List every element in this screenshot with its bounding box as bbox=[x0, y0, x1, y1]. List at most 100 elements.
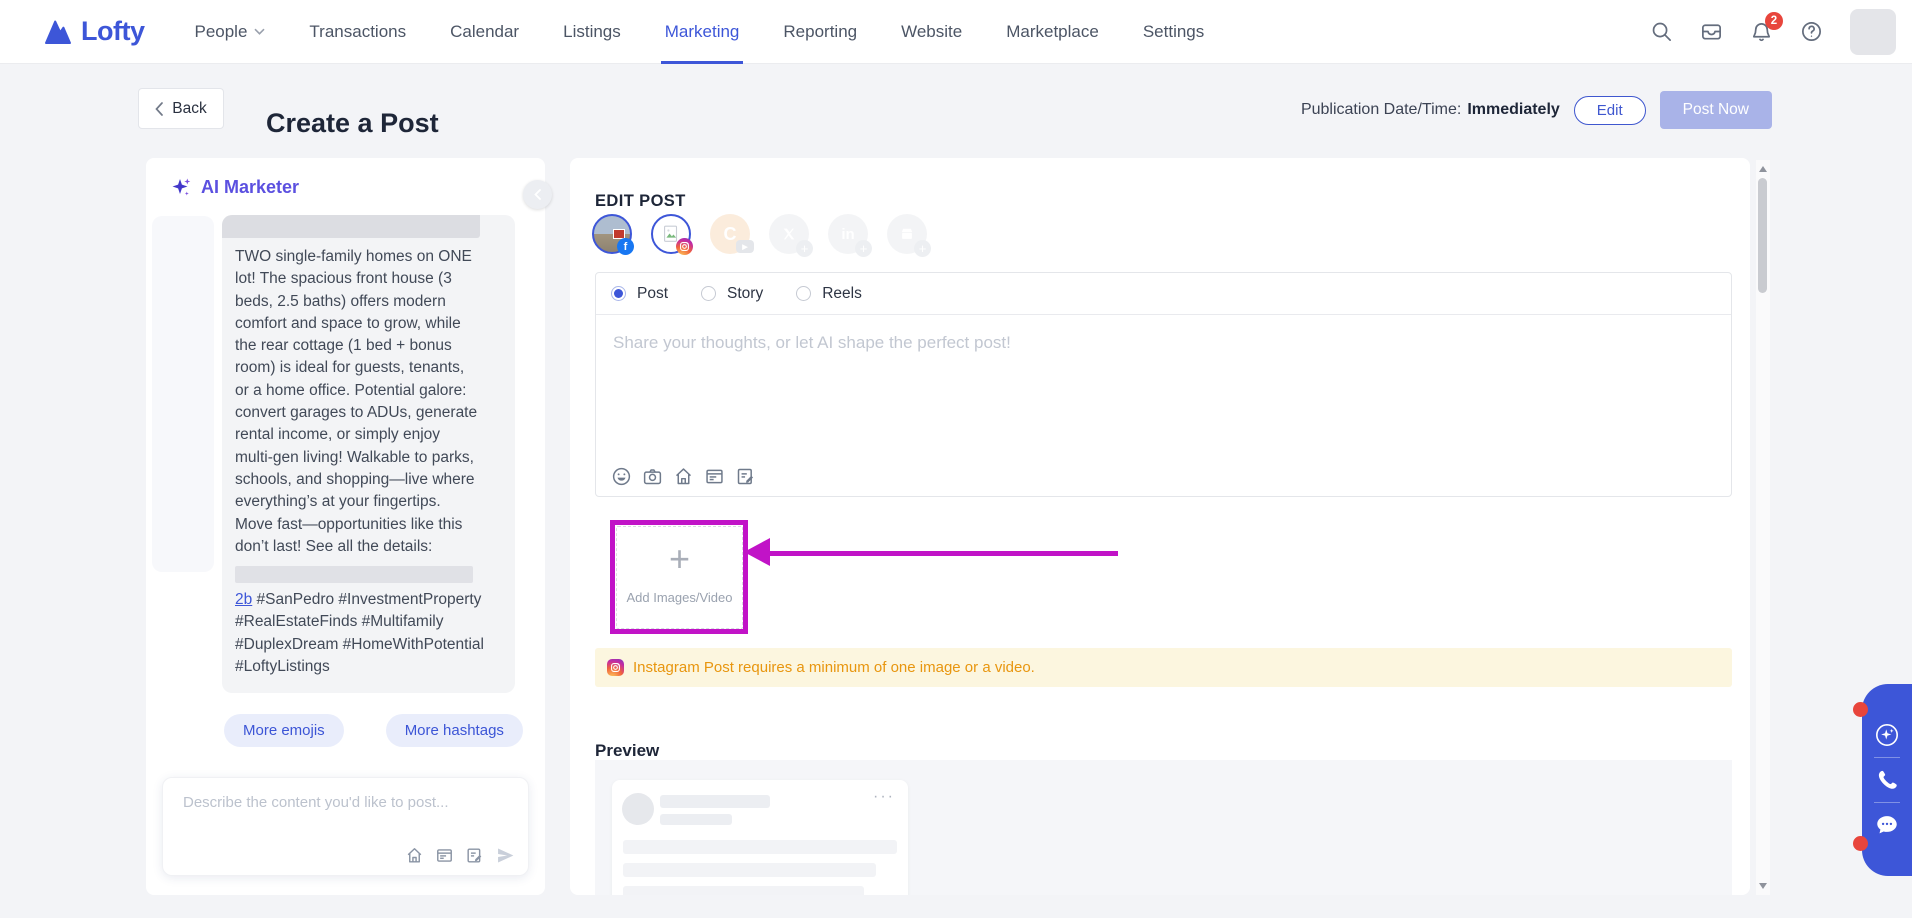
brand-name: Lofty bbox=[81, 16, 144, 47]
post-content-textarea[interactable] bbox=[611, 331, 1716, 441]
search-icon[interactable] bbox=[1650, 20, 1673, 43]
main-nav: People Transactions Calendar Listings Ma… bbox=[194, 0, 1204, 64]
preview-text-skeleton bbox=[623, 840, 897, 854]
post-now-button[interactable]: Post Now bbox=[1660, 91, 1772, 129]
scroll-down-arrow[interactable] bbox=[1759, 883, 1767, 889]
youtube-account[interactable]: C ▶ bbox=[710, 214, 750, 254]
edit-post-panel: EDIT POST f C ▶ + bbox=[570, 158, 1750, 895]
linkedin-account[interactable]: in + bbox=[828, 214, 868, 254]
notification-dot bbox=[1853, 702, 1868, 717]
more-hashtags-button[interactable]: More hashtags bbox=[386, 714, 523, 747]
radio-unselected bbox=[701, 286, 716, 301]
post-type-story[interactable]: Story bbox=[701, 285, 763, 303]
ai-marketer-title: AI Marketer bbox=[201, 177, 299, 198]
plus-icon: + bbox=[617, 541, 742, 577]
publication-value: Immediately bbox=[1467, 101, 1559, 119]
instagram-warning-banner: Instagram Post requires a minimum of one… bbox=[595, 648, 1732, 687]
send-icon[interactable] bbox=[495, 845, 516, 866]
add-account-icon: + bbox=[855, 240, 872, 257]
radio-unselected bbox=[796, 286, 811, 301]
nav-item-settings[interactable]: Settings bbox=[1143, 0, 1204, 64]
chevron-down-icon bbox=[254, 28, 265, 35]
camera-icon[interactable] bbox=[642, 466, 663, 487]
phone-icon[interactable] bbox=[1874, 767, 1900, 793]
chat-icon[interactable] bbox=[1874, 812, 1900, 838]
flyer-icon[interactable] bbox=[704, 466, 725, 487]
preview-avatar-skeleton bbox=[622, 793, 654, 825]
floating-contact-widget bbox=[1862, 684, 1912, 876]
facebook-account[interactable]: f bbox=[592, 214, 632, 254]
preview-area: ··· bbox=[595, 760, 1732, 895]
facebook-icon: f bbox=[617, 238, 634, 255]
instagram-account[interactable] bbox=[651, 214, 691, 254]
divider bbox=[1874, 757, 1900, 758]
compose-toolbar bbox=[611, 466, 756, 487]
page-title: Create a Post bbox=[266, 108, 439, 139]
post-type-post[interactable]: Post bbox=[611, 285, 668, 303]
ai-post-copy: TWO single-family homes on ONE lot! The … bbox=[235, 246, 502, 558]
scrollbar-thumb[interactable] bbox=[1758, 178, 1767, 293]
add-images-video-label: Add Images/Video bbox=[617, 590, 742, 605]
redacted-text-block bbox=[222, 215, 480, 238]
add-account-icon: + bbox=[796, 240, 813, 257]
home-icon[interactable] bbox=[673, 466, 694, 487]
sparkle-icon bbox=[170, 176, 192, 198]
home-icon[interactable] bbox=[405, 846, 424, 865]
nav-item-listings[interactable]: Listings bbox=[563, 0, 621, 64]
preview-heading: Preview bbox=[595, 741, 659, 761]
lofty-logo[interactable]: Lofty bbox=[42, 16, 144, 47]
x-twitter-account[interactable]: + bbox=[769, 214, 809, 254]
note-edit-icon[interactable] bbox=[735, 466, 756, 487]
redacted-side-block bbox=[152, 216, 214, 572]
lofty-logo-icon bbox=[42, 17, 72, 47]
user-avatar[interactable] bbox=[1850, 9, 1896, 55]
ai-marketer-header: AI Marketer bbox=[170, 176, 299, 198]
back-button[interactable]: Back bbox=[138, 88, 224, 129]
nav-item-transactions[interactable]: Transactions bbox=[309, 0, 406, 64]
post-preview-card: ··· bbox=[612, 780, 908, 895]
scroll-up-arrow[interactable] bbox=[1759, 166, 1767, 172]
instagram-icon bbox=[607, 659, 624, 676]
ai-assistant-icon[interactable] bbox=[1874, 722, 1900, 748]
preview-text-skeleton bbox=[623, 886, 864, 895]
storefront-icon bbox=[898, 225, 916, 243]
nav-item-marketplace[interactable]: Marketplace bbox=[1006, 0, 1099, 64]
chevron-left-icon bbox=[534, 189, 541, 200]
nav-item-reporting[interactable]: Reporting bbox=[783, 0, 857, 64]
flyer-icon[interactable] bbox=[435, 846, 454, 865]
nav-item-website[interactable]: Website bbox=[901, 0, 962, 64]
x-icon bbox=[781, 226, 797, 242]
ai-message-bubble: TWO single-family homes on ONE lot! The … bbox=[222, 215, 515, 693]
ai-prompt-input-card bbox=[162, 777, 529, 876]
preview-name-skeleton bbox=[660, 795, 770, 808]
divider bbox=[1874, 802, 1900, 803]
google-business-account[interactable]: + bbox=[887, 214, 927, 254]
youtube-icon: ▶ bbox=[736, 240, 754, 253]
more-emojis-button[interactable]: More emojis bbox=[224, 714, 344, 747]
nav-item-calendar[interactable]: Calendar bbox=[450, 0, 519, 64]
publication-controls: Publication Date/Time: Immediately Edit … bbox=[1301, 90, 1772, 130]
nav-item-marketing[interactable]: Marketing bbox=[665, 0, 740, 64]
more-options-icon[interactable]: ··· bbox=[873, 788, 895, 806]
post-type-selector: Post Story Reels bbox=[596, 273, 1731, 315]
post-type-reels[interactable]: Reels bbox=[796, 285, 862, 303]
nav-item-people[interactable]: People bbox=[194, 0, 265, 64]
vertical-scrollbar[interactable] bbox=[1756, 160, 1770, 895]
ai-marketer-panel: AI Marketer TWO single-family homes on O… bbox=[146, 158, 545, 895]
notifications-bell[interactable]: 2 bbox=[1750, 20, 1773, 43]
ai-prompt-input[interactable] bbox=[181, 792, 511, 838]
notification-count-badge: 2 bbox=[1765, 12, 1783, 30]
ai-quick-actions: More emojis More hashtags bbox=[224, 714, 523, 747]
help-icon[interactable] bbox=[1800, 20, 1823, 43]
shortlink[interactable]: 2b bbox=[235, 591, 252, 608]
emoji-icon[interactable] bbox=[611, 466, 632, 487]
inbox-icon[interactable] bbox=[1700, 20, 1723, 43]
edit-post-heading: EDIT POST bbox=[595, 192, 686, 211]
instagram-icon bbox=[676, 238, 693, 255]
edit-schedule-button[interactable]: Edit bbox=[1574, 96, 1646, 125]
collapse-panel-button[interactable] bbox=[523, 180, 552, 209]
radio-selected bbox=[611, 286, 626, 301]
social-accounts-row: f C ▶ + in + bbox=[592, 214, 927, 254]
add-images-video-button[interactable]: + Add Images/Video bbox=[616, 526, 743, 629]
note-edit-icon[interactable] bbox=[465, 846, 484, 865]
